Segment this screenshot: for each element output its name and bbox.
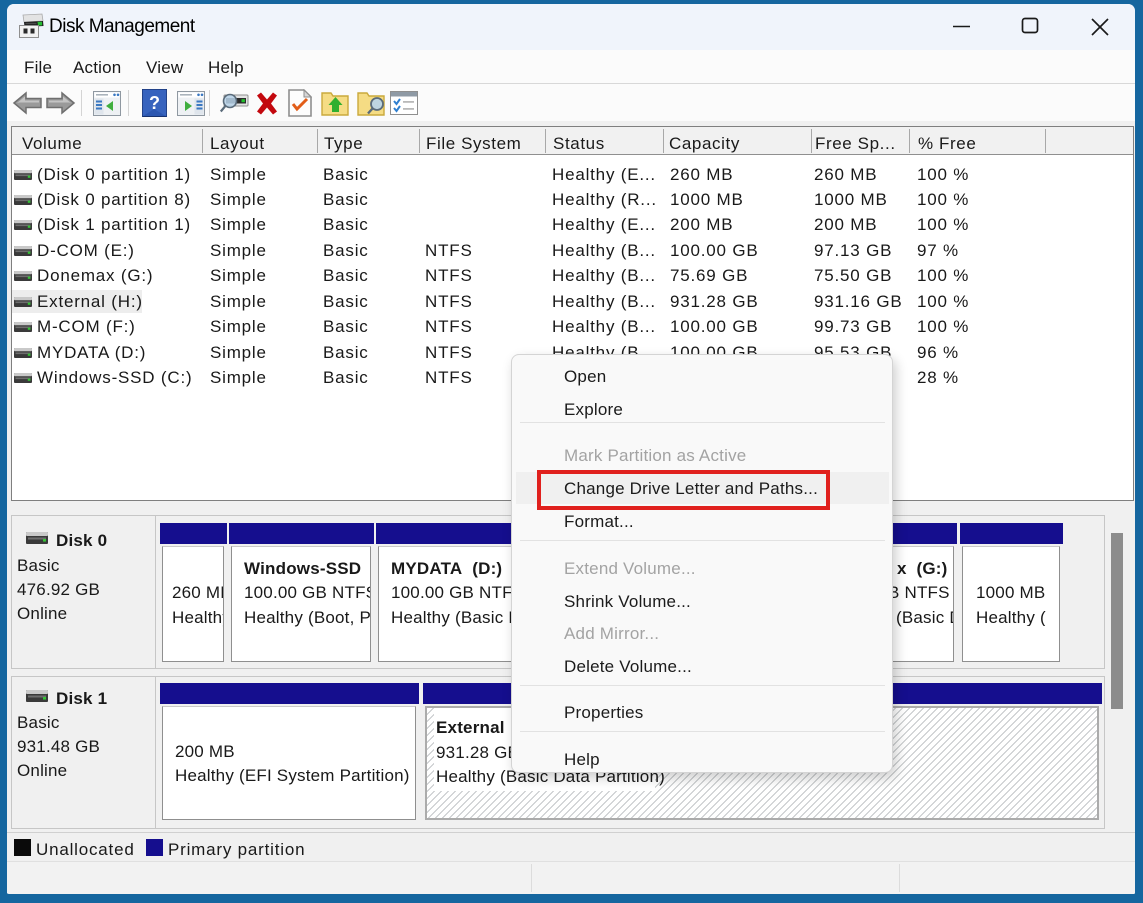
svg-text:?: ?	[149, 93, 160, 113]
